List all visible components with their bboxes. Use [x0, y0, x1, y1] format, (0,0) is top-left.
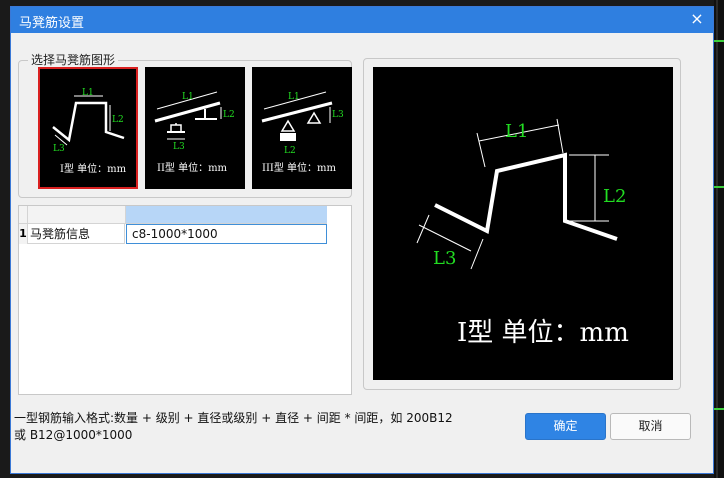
dim-label-l1: L1: [82, 88, 94, 98]
shape-type-3-icon: L1 L3 L2 III型 单位：mm: [261, 91, 344, 174]
grid-cell-name: 马凳筋信息: [28, 224, 125, 244]
preview-dim-l1: L1: [505, 121, 528, 142]
dim-label-l1: L1: [182, 92, 194, 102]
title-bar[interactable]: 马凳筋设置 ×: [11, 7, 713, 33]
grid-header-rownum: [19, 206, 28, 223]
shape-preview: L1 L2 L3 I型 单位：mm: [373, 67, 673, 380]
shape-type-3-caption: III型 单位：mm: [262, 161, 337, 174]
grid-row-number: 1: [19, 224, 28, 244]
dim-label-l3: L3: [173, 142, 185, 152]
shape-type-2-icon: L1 L2 L3 II型 单位：mm: [154, 91, 235, 174]
cad-line: [716, 0, 718, 478]
cad-line: [714, 408, 724, 410]
shape-group-label: 选择马凳筋图形: [28, 51, 119, 68]
cancel-button[interactable]: 取消: [610, 413, 691, 440]
preview-dim-l3: L3: [433, 248, 456, 269]
dim-label-l2: L2: [284, 146, 296, 156]
ok-button[interactable]: 确定: [525, 413, 606, 440]
shape-type-2-caption: II型 单位：mm: [157, 161, 228, 174]
shape-type-1-large-icon: L1 L2 L3 I型 单位：mm: [416, 118, 629, 348]
input-format-hint: 一型钢筋输入格式:数量 + 级别 + 直径或级别 + 直径 + 间距 * 间距，…: [14, 410, 464, 444]
shape-option-type-1[interactable]: L1 L2 L3 I型 单位：mm: [38, 67, 138, 189]
dim-label-l3: L3: [53, 144, 65, 154]
hint-line-1: 一型钢筋输入格式:数量 + 级别 + 直径或级别 + 直径 + 间距 * 间距，…: [14, 411, 453, 425]
dim-label-l3: L3: [332, 110, 344, 120]
property-grid: 1 马凳筋信息 c8-1000*1000: [18, 205, 352, 395]
shape-option-type-3[interactable]: L1 L3 L2 III型 单位：mm: [252, 67, 352, 189]
cad-line: [714, 186, 724, 188]
grid-cell-value-input[interactable]: c8-1000*1000: [126, 224, 327, 244]
preview-caption: I型 单位：mm: [457, 318, 629, 348]
dim-label-l1: L1: [288, 92, 300, 102]
shape-type-1-caption: I型 单位：mm: [60, 162, 127, 175]
close-icon[interactable]: ×: [687, 9, 707, 29]
cad-line: [714, 40, 724, 42]
grid-header-name: [19, 206, 126, 224]
shape-type-1-icon: L1 L2 L3 I型 单位：mm: [52, 88, 127, 175]
dim-label-l2: L2: [223, 110, 235, 120]
hint-line-2: 或 B12@1000*1000: [14, 428, 133, 442]
dialog-title: 马凳筋设置: [19, 16, 85, 31]
shape-option-type-2[interactable]: L1 L2 L3 II型 单位：mm: [145, 67, 245, 189]
dim-label-l2: L2: [112, 115, 124, 125]
preview-dim-l2: L2: [603, 186, 626, 207]
grid-header-value: [126, 206, 327, 224]
